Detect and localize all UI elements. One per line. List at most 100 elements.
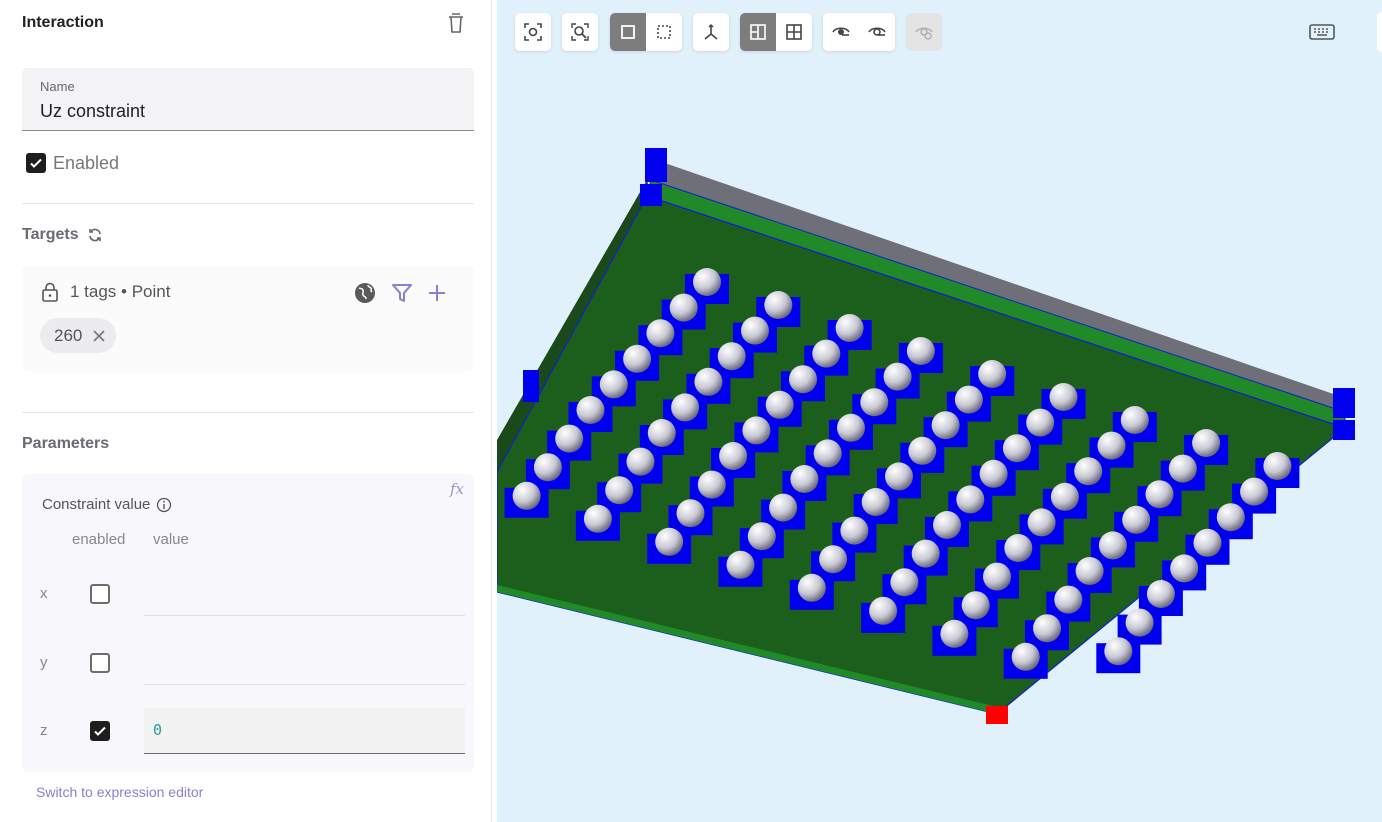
node-sphere [1263,452,1292,480]
node-sphere [646,319,675,348]
value-input-z[interactable]: 0 [144,708,465,754]
select-dashed-button[interactable] [646,13,682,51]
3d-viewport[interactable] [497,0,1382,822]
node-sphere [1192,429,1221,457]
node-sphere [933,511,961,539]
name-field[interactable]: Name Uz constraint [22,68,474,131]
node-sphere [1033,614,1061,643]
toolbar-group-show-all [906,13,942,51]
keyboard-icon[interactable] [1309,22,1335,42]
node-sphere [978,360,1007,388]
node-sphere [819,545,848,574]
node-sphere [1216,503,1245,532]
grid-view-button[interactable] [776,13,812,51]
node-sphere [576,396,605,424]
toolbar-group-view [515,13,551,51]
node-sphere [1122,505,1151,534]
node-sphere [869,596,898,625]
select-box-button[interactable] [610,13,646,51]
node-sphere [797,573,826,602]
node-sphere [1002,434,1031,463]
node-sphere [813,439,842,468]
name-value[interactable]: Uz constraint [40,101,145,122]
corner-node-marker[interactable] [1333,420,1355,440]
toolbar-group-zoom [562,13,598,51]
hide-button[interactable] [823,13,859,51]
node-sphere [979,459,1008,488]
name-label: Name [40,79,75,94]
toolbar-group-layout [740,13,812,51]
node-sphere [626,447,655,476]
front-view-button[interactable] [740,13,776,51]
corner-node-marker[interactable] [640,184,662,206]
node-sphere [599,370,628,399]
corner-node-marker[interactable] [645,148,667,182]
node-sphere [812,339,841,368]
show-button[interactable] [859,13,895,51]
enabled-column-header: enabled [72,531,126,548]
zoom-region-button[interactable] [562,13,598,51]
front-view-icon [750,24,766,40]
axis-label-x: x [40,585,48,602]
value-input-y[interactable] [144,639,465,685]
node-sphere [717,342,746,371]
node-sphere [956,485,985,514]
select-box-icon [621,25,635,39]
value-text-z: 0 [153,721,163,739]
add-icon[interactable] [425,281,449,305]
node-sphere [1168,454,1197,483]
toolbar-group-visibility [823,13,895,51]
axis-label-z: z [40,722,48,739]
corner-node-marker[interactable] [523,370,539,402]
node-sphere [1120,406,1149,434]
filter-icon[interactable] [390,281,414,305]
value-input-x[interactable] [144,570,465,616]
enabled-checkbox-y[interactable] [90,653,110,673]
node-sphere [911,539,940,568]
toolbar-group-axes [693,13,729,51]
node-sphere [790,465,819,493]
info-icon[interactable] [156,497,172,513]
refresh-icon[interactable] [86,226,104,244]
targets-title: Targets [22,226,79,243]
show-all-icon [915,27,933,40]
corner-node-marker[interactable] [1333,388,1355,418]
enabled-checkbox-x[interactable] [90,584,110,604]
panel-title: Interaction [22,14,104,31]
globe-icon[interactable] [353,281,377,305]
tag-chip[interactable]: 260 [40,318,117,353]
node-sphere [940,619,969,648]
delete-icon[interactable] [446,12,466,34]
fit-view-icon [524,23,542,41]
show-all-button[interactable] [906,13,942,51]
selected-node-marker[interactable] [986,706,1008,724]
enabled-checkbox[interactable] [26,153,46,173]
node-sphere [861,488,890,516]
close-icon[interactable] [92,329,106,343]
node-sphere [655,527,684,556]
node-sphere [906,337,935,365]
enabled-checkbox-row[interactable]: Enabled [26,151,119,175]
node-sphere [769,493,798,522]
node-sphere [1075,557,1104,585]
targets-box: 1 tags • Point 260 [22,265,474,373]
node-sphere [694,367,723,396]
function-icon[interactable]: fx [450,480,464,498]
panel-toggle-button[interactable] [1377,12,1382,52]
node-sphere [741,316,769,345]
node-sphere [1027,508,1056,537]
node-sphere [676,499,705,528]
node-sphere [961,591,990,620]
axes-button[interactable] [693,13,729,51]
fit-view-button[interactable] [515,13,551,51]
node-sphere [883,362,912,391]
enabled-checkbox-z[interactable] [90,721,110,741]
zoom-region-icon [571,23,589,41]
node-sphere [1054,585,1083,614]
model-scene[interactable] [497,0,1382,822]
switch-expression-editor-link[interactable]: Switch to expression editor [36,784,203,800]
check-icon [94,726,106,736]
tag-chip-label: 260 [54,325,83,345]
axis-label-y: y [40,654,48,671]
node-sphere [764,291,793,319]
